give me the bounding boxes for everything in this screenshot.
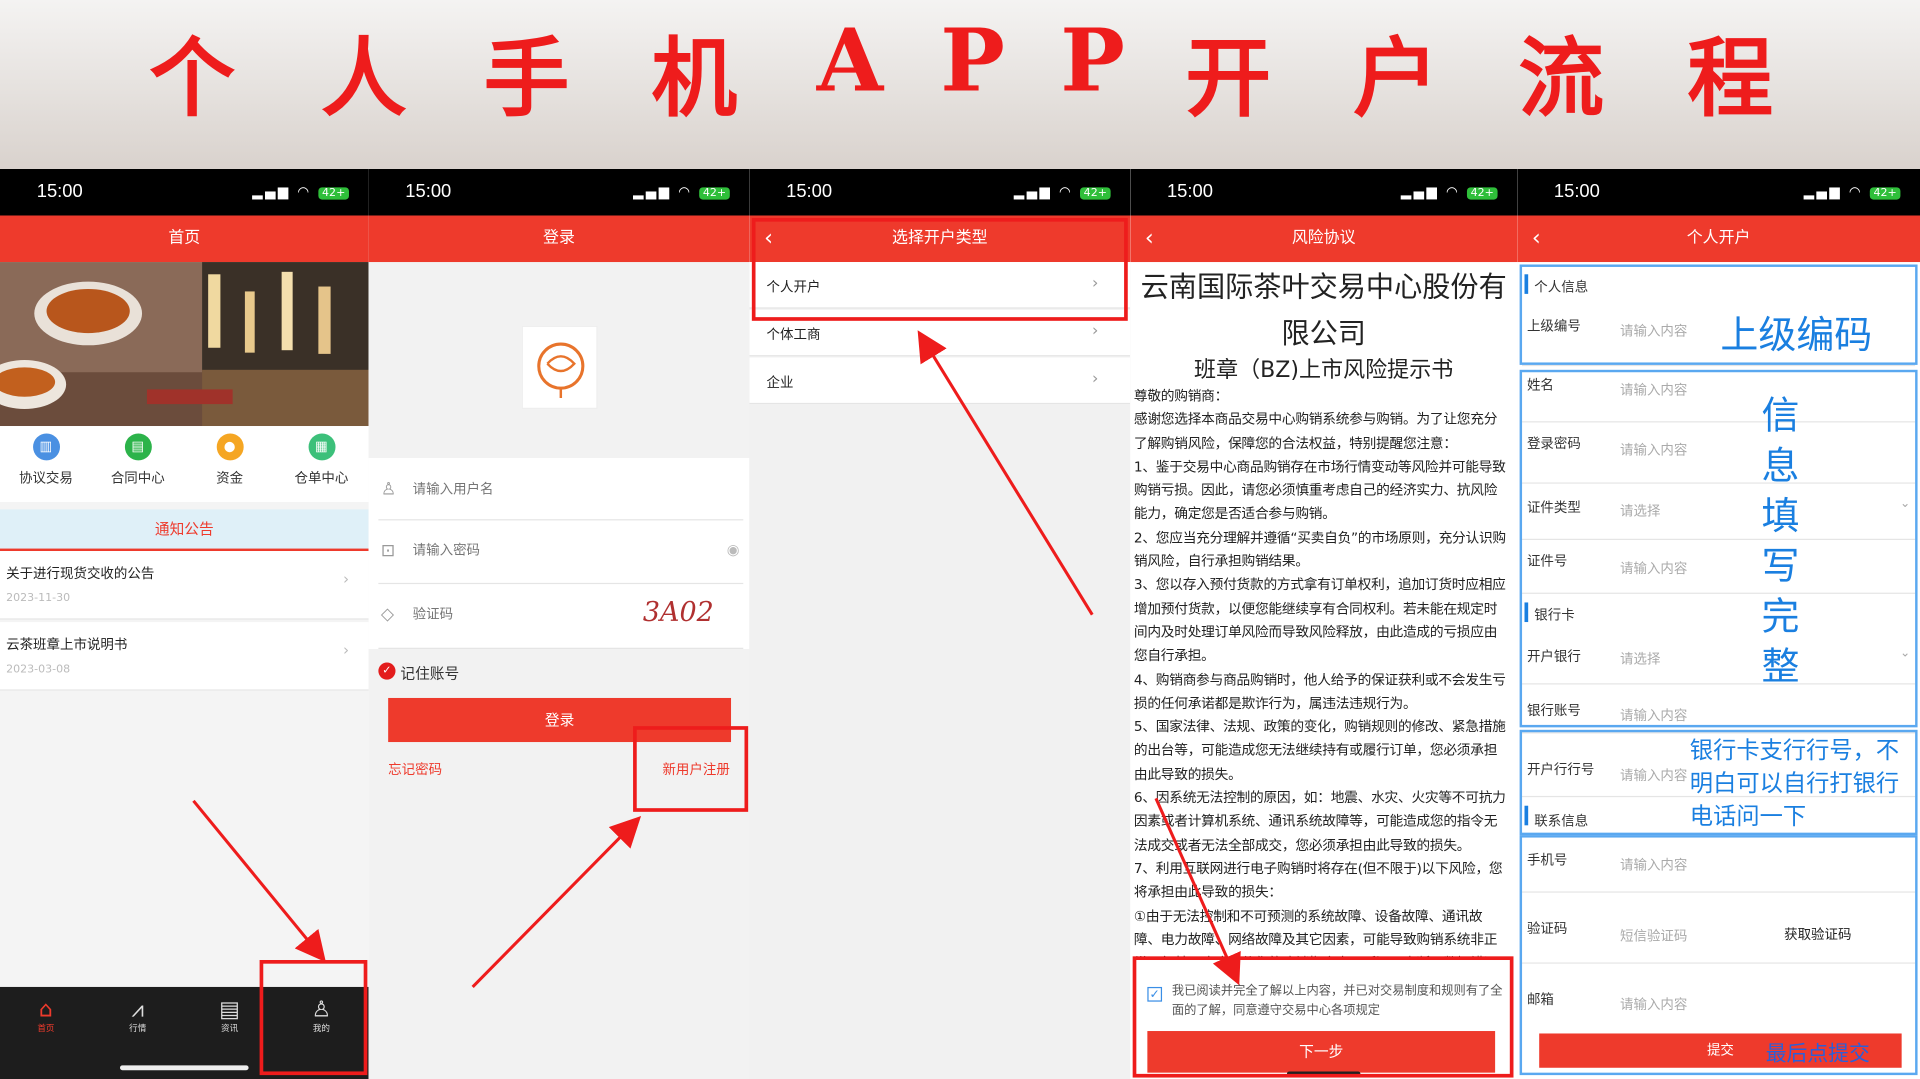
- arrow: [192, 799, 326, 963]
- stage: 个 人 手 机 A P P 开 户 流 程 15:00 ▂▄▆ ◠ 42+ 首页: [0, 0, 1920, 1079]
- arrow: [1154, 797, 1241, 986]
- arrow: [471, 816, 642, 989]
- flow-arrows: [192, 330, 1241, 989]
- arrow: [917, 330, 1094, 616]
